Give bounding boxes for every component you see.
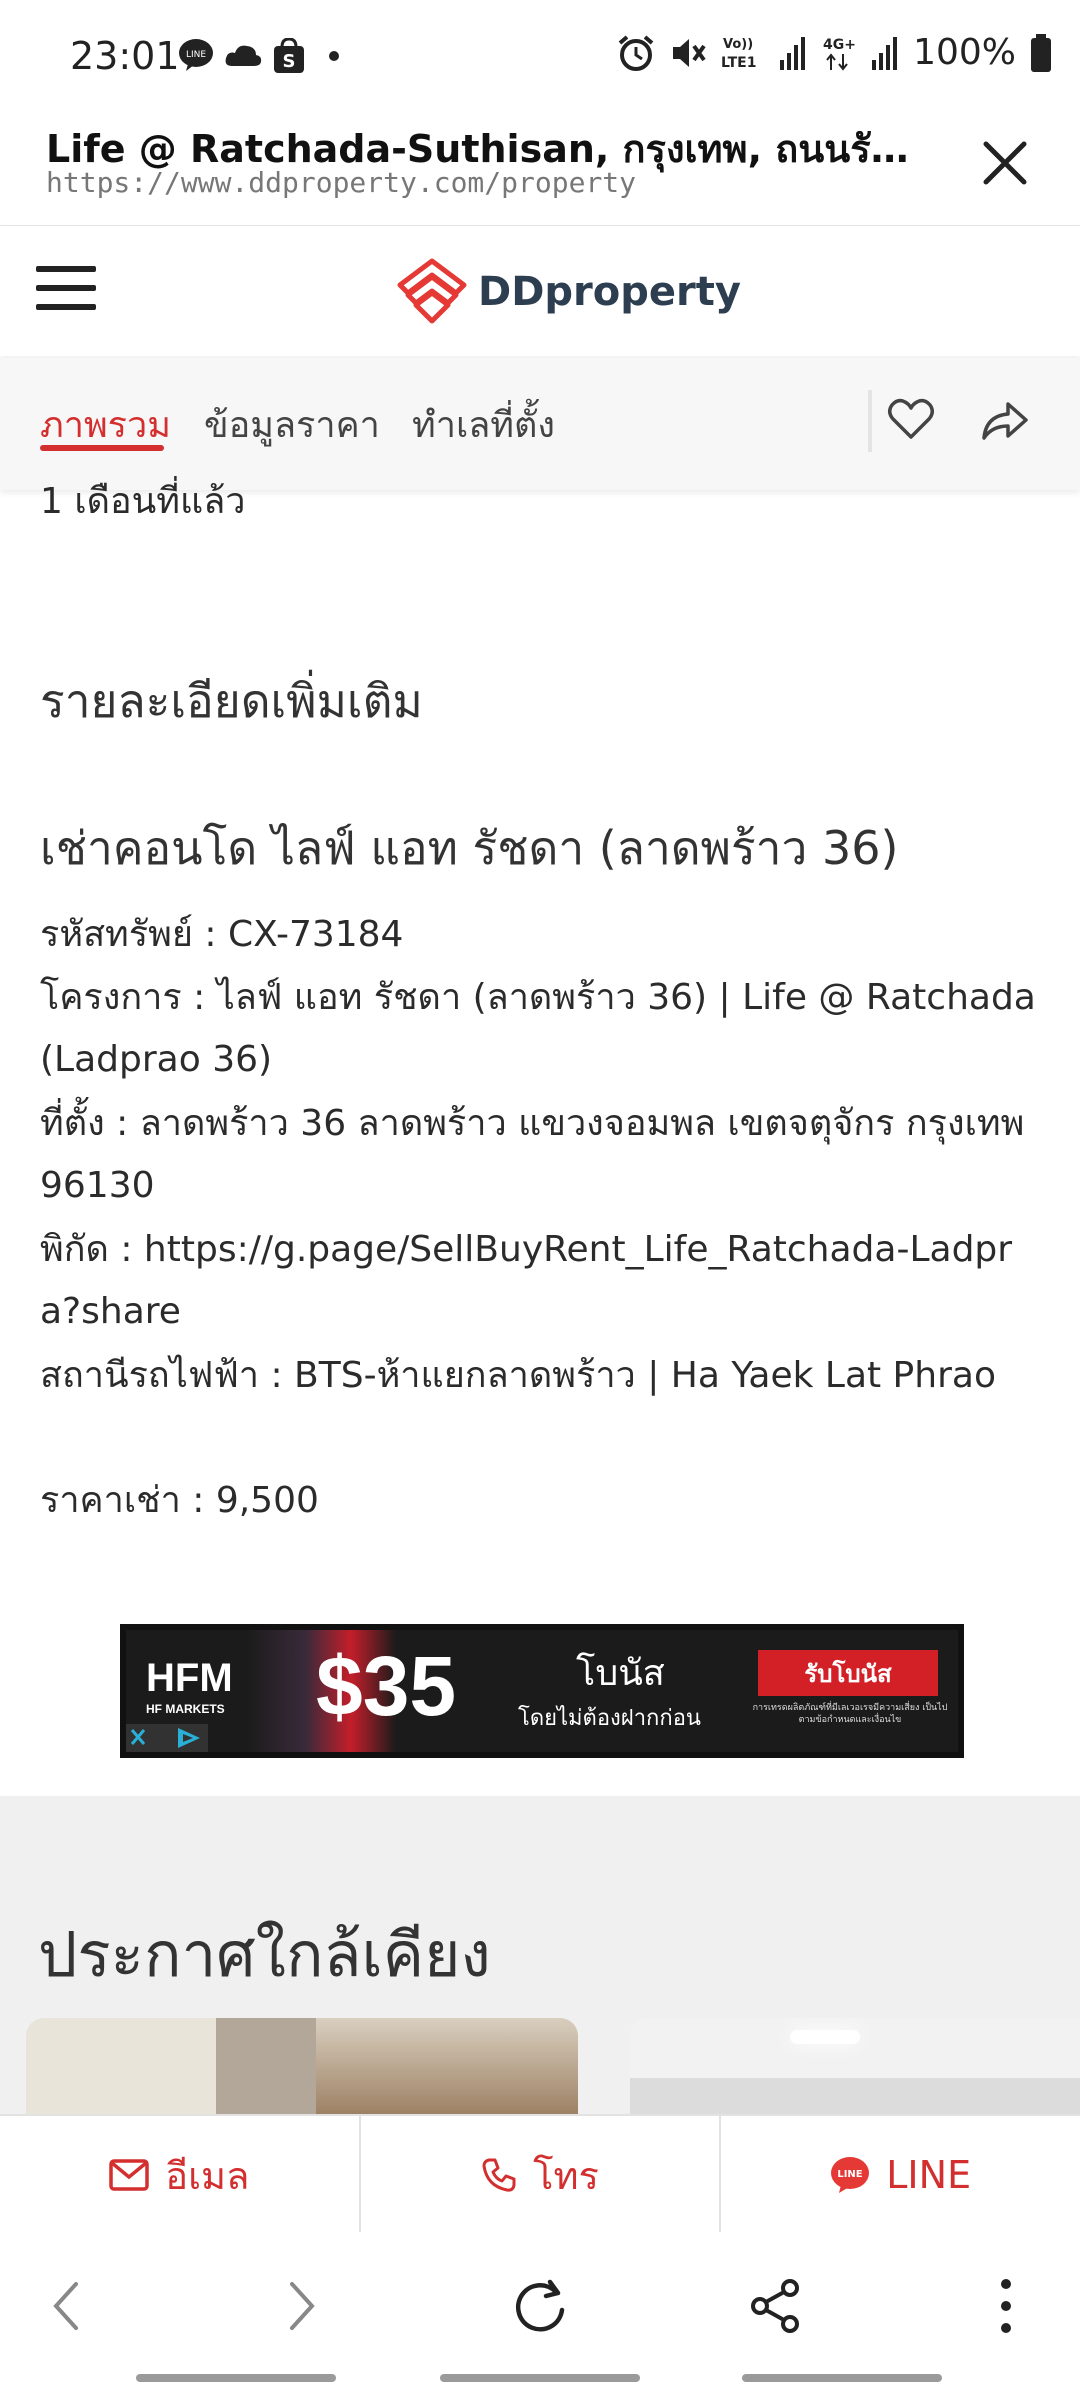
logo-house-icon (397, 258, 467, 324)
custom-tab-bar: Life @ Ratchada-Suthisan, กรุงเทพ, ถนนรั… (0, 110, 1080, 227)
ad-headline: โบนัส (576, 1653, 665, 1694)
svg-text:S: S (283, 51, 296, 72)
posted-time-text: 1 เดือนที่แล้ว (40, 481, 246, 522)
favorite-heart-icon[interactable] (886, 394, 936, 444)
active-tab-indicator (40, 445, 164, 451)
email-label: อีเมล (165, 2153, 250, 2198)
line-icon: LINE (179, 39, 213, 71)
battery-icon (1031, 33, 1051, 72)
page-url: https://www.ddproperty.com/property (46, 166, 637, 199)
more-options-icon[interactable] (996, 2276, 1016, 2336)
battery-percentage: 100% (913, 32, 1016, 73)
volte-icon: Vo)) LTE1 (721, 37, 756, 71)
reload-icon[interactable] (510, 2276, 570, 2336)
call-label: โทร (533, 2153, 599, 2198)
listing-photo-light (790, 2030, 860, 2044)
detail-map-link[interactable]: พิกัด : https://g.page/SellBuyRent_Life_… (40, 1219, 1040, 1343)
ad-cta-button[interactable]: รับโบนัส (758, 1650, 938, 1696)
email-button[interactable]: อีเมล (0, 2116, 361, 2234)
logo-text: DDproperty (478, 269, 741, 315)
ad-amount: $35 (316, 1639, 457, 1733)
svg-text:LINE: LINE (838, 2169, 863, 2180)
svg-text:LINE: LINE (186, 50, 206, 60)
site-header: DDproperty (0, 226, 1080, 356)
contact-bar: อีเมล โทร LINE LINE (0, 2114, 1080, 2234)
gesture-bar (742, 2374, 942, 2382)
section-heading-details: รายละเอียดเพิ่มเติม (40, 674, 423, 728)
detail-train-station: สถานีรถไฟฟ้า : BTS-ห้าแยกลาดพร้าว | Ha Y… (40, 1355, 996, 1396)
detail-rent-price: ราคาเช่า : 9,500 (40, 1480, 319, 1521)
svg-text:4G+: 4G+ (823, 37, 856, 53)
gesture-bar (136, 2374, 336, 2382)
browser-nav-bar (0, 2232, 1080, 2400)
section-tab-bar: ภาพรวม ข้อมูลราคา ทำเลที่ตั้ง (0, 358, 1080, 490)
share-arrow-icon[interactable] (978, 394, 1032, 444)
detail-address: ที่ตั้ง : ลาดพร้าว 36 ลาดพร้าว แขวงจอมพล… (40, 1103, 1025, 1206)
forward-icon[interactable] (282, 2276, 322, 2336)
detail-project: โครงการ : ไลฟ์ แอท รัชดา (ลาดพร้าว 36) |… (40, 977, 1036, 1080)
status-bar: 23:01 LINE S Vo)) LTE1 4G+ 100% (0, 0, 1080, 110)
gesture-bar (440, 2374, 640, 2382)
tab-divider (868, 390, 872, 452)
share-icon[interactable] (748, 2276, 804, 2336)
4g-icon: 4G+ (823, 37, 856, 71)
nearby-listings-section: ประกาศใกล้เคียง (0, 1796, 1080, 2138)
call-button[interactable]: โทร (361, 2116, 722, 2234)
close-icon[interactable] (970, 128, 1040, 198)
line-logo-icon: LINE (831, 2157, 870, 2193)
svg-text:LTE1: LTE1 (721, 55, 756, 71)
svg-text:Vo)): Vo)) (723, 37, 753, 52)
signal-icon (780, 36, 806, 70)
detail-property-code: รหัสทรัพย์ : CX-73184 (40, 914, 404, 955)
signal-icon (872, 36, 898, 70)
listing-title: เช่าคอนโด ไลฟ์ แอท รัชดา (ลาดพร้าว 36) (40, 821, 899, 875)
ad-banner[interactable]: HFM HF MARKETS $35 โบนัส โดยไม่ต้องฝากก่… (120, 1624, 964, 1758)
nearby-heading: ประกาศใกล้เคียง (38, 1918, 491, 1991)
ddproperty-logo[interactable]: DDproperty (396, 256, 741, 328)
ad-subline: โดยไม่ต้องฝากก่อน (518, 1706, 701, 1731)
cloud-icon (225, 45, 262, 66)
line-button[interactable]: LINE LINE (721, 2116, 1080, 2234)
dot-icon (329, 51, 339, 61)
back-icon[interactable] (46, 2276, 86, 2336)
mail-icon (109, 2159, 149, 2191)
ad-brand: HFM (146, 1656, 233, 1700)
phone-icon (482, 2158, 516, 2192)
shopee-icon: S (274, 38, 304, 73)
menu-icon[interactable] (36, 266, 96, 316)
status-right-group: Vo)) LTE1 4G+ 100% (617, 32, 1052, 73)
ad-fineprint: การเทรดผลิตภัณฑ์ที่มีเลเวอเรจมีความเสี่ย… (752, 1703, 948, 1725)
tab-location[interactable]: ทำเลที่ตั้ง (412, 396, 555, 453)
alarm-icon (618, 34, 654, 71)
mute-icon (673, 38, 706, 67)
line-label: LINE (886, 2153, 972, 2197)
ad-brand-sub: HF MARKETS (146, 1702, 225, 1716)
ad-choices-icon[interactable] (126, 1724, 208, 1752)
status-time: 23:01 (70, 34, 180, 78)
tab-price-info[interactable]: ข้อมูลราคา (204, 396, 380, 453)
